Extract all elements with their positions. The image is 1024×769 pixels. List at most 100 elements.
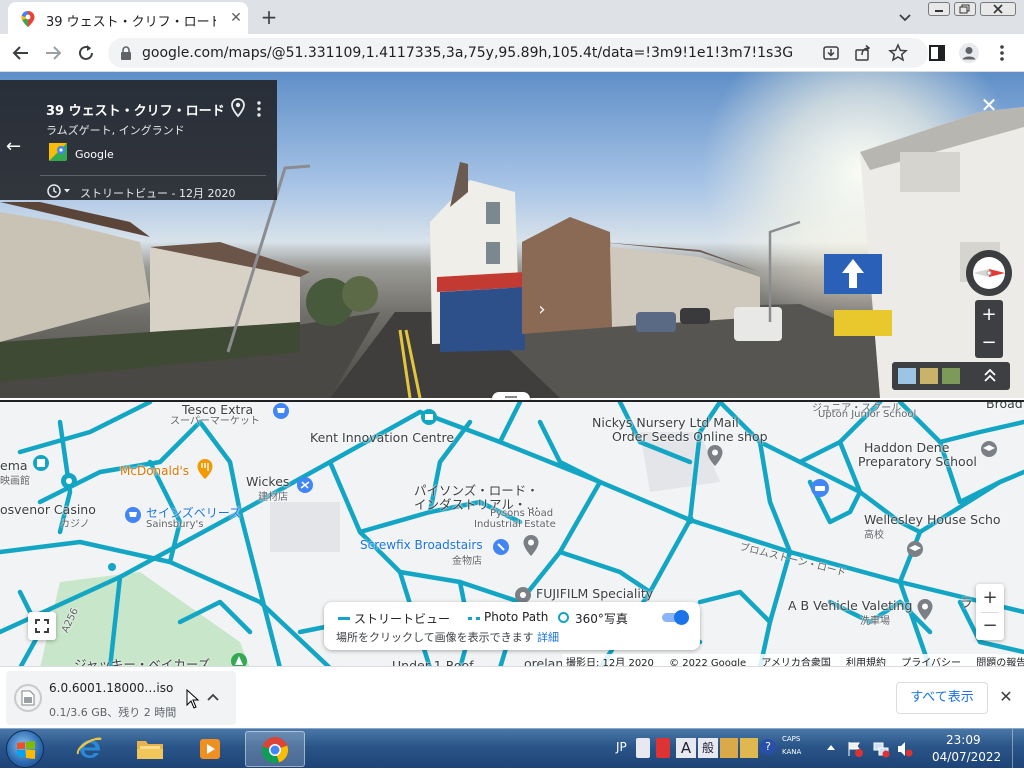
map-zoom-out-button[interactable]: − — [976, 613, 1004, 639]
car-wash-pin-icon[interactable] — [916, 598, 934, 622]
reload-icon[interactable] — [74, 41, 98, 65]
bookmark-star-icon[interactable] — [888, 43, 908, 63]
ime-icon-2[interactable] — [656, 738, 670, 758]
legend-detail-link[interactable]: 詳細 — [537, 629, 559, 645]
window-minimize-button[interactable] — [928, 2, 950, 16]
map-zoom-in-button[interactable]: + — [976, 585, 1004, 611]
tab-google-maps[interactable]: 39 ウェスト・クリフ・ロード - Google マップ ✕ — [8, 2, 248, 34]
map-label-haddon-2: Preparatory School — [858, 454, 977, 469]
ime-mode-indicator[interactable]: 般 — [698, 738, 718, 758]
forward-arrow-icon[interactable] — [41, 41, 65, 65]
ime-tools-icon[interactable] — [740, 738, 758, 758]
wellesley-school-icon[interactable] — [906, 540, 924, 558]
taskbar-file-explorer[interactable] — [122, 731, 178, 767]
cinema-icon[interactable] — [32, 454, 50, 472]
screwfix-store-icon[interactable] — [492, 538, 510, 556]
clock-date[interactable]: 04/07/2022 — [932, 750, 1001, 764]
close-download-bar-icon[interactable]: ✕ — [996, 687, 1016, 707]
shop-pin-icon[interactable] — [420, 408, 438, 426]
car-service-icon[interactable] — [810, 478, 830, 498]
map-label-wickes: Wickes — [246, 474, 290, 489]
ime-help-icon[interactable]: ? — [760, 739, 776, 755]
street-view-zoom-in-button[interactable]: + — [975, 302, 1003, 328]
chrome-menu-icon[interactable] — [994, 43, 1010, 63]
download-options-chevron-icon[interactable] — [206, 691, 220, 705]
tab-close-icon[interactable]: ✕ — [228, 10, 244, 26]
map-label-fujifilm: FUJIFILM Speciality — [536, 586, 654, 601]
chrome-icon — [261, 737, 289, 764]
windows-logo-icon — [17, 741, 35, 759]
street-view-zoom-out-button[interactable]: − — [975, 330, 1003, 356]
map-label-mcdonalds: McDonald's — [120, 464, 189, 478]
share-icon[interactable] — [854, 44, 872, 62]
caps-indicator: CAPS — [782, 735, 801, 743]
side-panel-icon[interactable] — [928, 44, 946, 62]
tab-search-chevron-icon[interactable] — [896, 8, 914, 26]
expand-map-icon[interactable] — [28, 612, 56, 640]
wickes-store-icon[interactable] — [296, 476, 314, 494]
more-options-icon[interactable] — [254, 100, 264, 118]
back-arrow-icon[interactable] — [9, 41, 33, 65]
history-clock-icon[interactable] — [46, 183, 72, 199]
show-hidden-icons-chevron[interactable] — [826, 743, 836, 751]
clock-time[interactable]: 23:09 — [946, 733, 981, 747]
map-label-nickys-1: Nickys Nursery Ltd Mail — [592, 415, 739, 430]
start-button[interactable] — [6, 730, 44, 768]
school-icon[interactable] — [980, 440, 998, 458]
taskbar-media-player[interactable] — [182, 731, 238, 767]
industrial-estate-pin-icon[interactable] — [522, 534, 540, 558]
sainsburys-shopping-icon[interactable] — [124, 506, 142, 524]
folder-icon — [137, 741, 163, 759]
taskbar-chrome[interactable] — [245, 731, 305, 767]
profile-avatar-icon[interactable] — [958, 42, 980, 64]
legend-streetview-label: ストリートビュー — [354, 612, 451, 626]
casino-icon[interactable] — [60, 472, 78, 490]
thumbnail-garden[interactable] — [942, 368, 960, 384]
install-app-icon[interactable] — [822, 44, 840, 62]
nursery-pin-icon[interactable] — [706, 444, 724, 468]
browser-toolbar: google.com/maps/@51.331109,1.4117335,3a,… — [0, 34, 1024, 72]
expand-thumbnails-chevron-icon[interactable] — [982, 367, 998, 385]
window-restore-button[interactable] — [954, 2, 976, 16]
taskbar-internet-explorer[interactable] — [62, 731, 118, 767]
location-pin-icon[interactable] — [230, 98, 246, 118]
window-close-button[interactable] — [980, 2, 1016, 16]
street-view-location-subtitle: ラムズゲート, イングランド — [46, 124, 185, 137]
navigate-forward-chevron-icon[interactable]: › — [528, 296, 556, 324]
back-to-map-arrow-icon[interactable]: ← — [6, 136, 26, 157]
coverage-toggle[interactable] — [662, 610, 689, 625]
network-icon[interactable] — [872, 740, 890, 758]
internet-explorer-icon — [76, 737, 102, 758]
language-indicator[interactable]: JP — [616, 740, 627, 754]
bakery-icon[interactable] — [230, 652, 248, 666]
thumbnail-building[interactable] — [920, 368, 938, 384]
show-all-downloads-button[interactable]: すべて表示 — [896, 682, 988, 714]
action-center-flag-icon[interactable] — [846, 740, 864, 758]
download-progress-ring — [14, 684, 42, 712]
map-zoom-controls: + − — [976, 584, 1004, 640]
restaurant-pin-icon[interactable] — [196, 458, 214, 480]
ime-icon-1[interactable] — [636, 738, 650, 758]
close-street-view-icon[interactable]: ✕ — [978, 94, 1000, 116]
map-label-kent-innovation: Kent Innovation Centre — [310, 430, 455, 445]
legend-photo-path-label: Photo Path — [484, 610, 549, 624]
show-desktop-button[interactable] — [1012, 729, 1024, 769]
map-label-supermarket: スーパーマーケット — [170, 416, 260, 427]
file-icon — [21, 690, 35, 706]
address-bar[interactable]: google.com/maps/@51.331109,1.4117335,3a,… — [108, 38, 928, 68]
photo-thumbnails-strip[interactable] — [892, 362, 1010, 390]
thumbnail-sky[interactable] — [898, 368, 916, 384]
new-tab-button[interactable]: + — [258, 6, 280, 28]
ime-a-icon[interactable]: A — [676, 738, 696, 758]
map-label-eiga: 映画館 — [0, 476, 30, 487]
compass-icon[interactable] — [966, 250, 1012, 296]
volume-muted-icon[interactable] — [896, 740, 914, 758]
street-view-panorama[interactable]: ← 39 ウェスト・クリフ・ロード ラムズゲート, イングランド Google … — [0, 72, 1024, 398]
ime-dictionary-icon[interactable] — [720, 738, 738, 758]
street-view-info-card: ← 39 ウェスト・クリフ・ロード ラムズゲート, イングランド Google … — [0, 80, 277, 200]
map-label-screwfix: Screwfix Broadstairs — [360, 538, 483, 552]
download-item[interactable]: 6.0.6001.18000…iso 0.1/3.6 GB、残り 2 時間 — [6, 671, 236, 725]
tesco-shopping-icon[interactable] — [272, 402, 290, 420]
legend-hint-text: 場所をクリックして画像を表示できます — [336, 631, 534, 644]
mouse-cursor-icon — [186, 689, 200, 709]
